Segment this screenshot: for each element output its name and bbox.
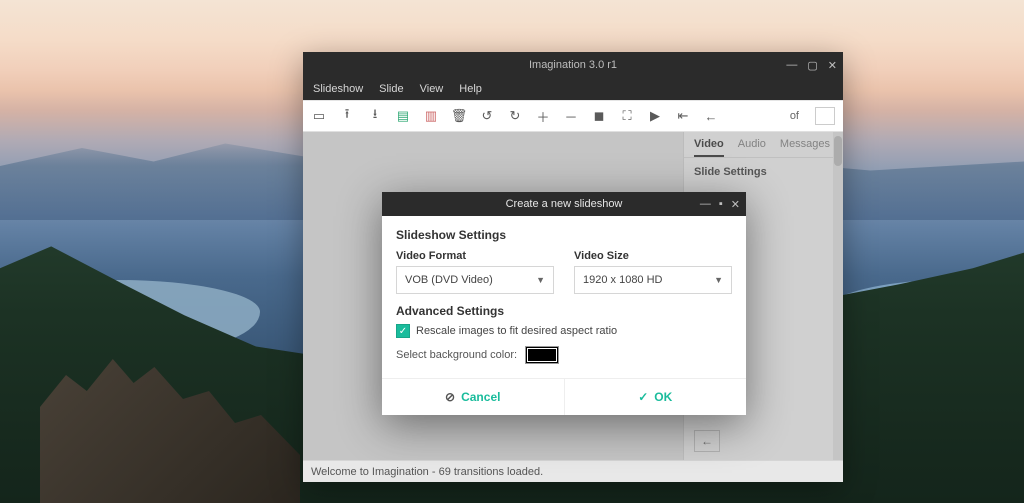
advanced-settings-header: Advanced Settings bbox=[396, 304, 732, 318]
app-menubar: Slideshow Slide View Help bbox=[303, 78, 843, 100]
app-title: Imagination 3.0 r1 bbox=[303, 59, 843, 71]
toolbar-of-label: of bbox=[790, 110, 799, 122]
goto-first-icon[interactable]: ⇤ bbox=[675, 108, 691, 124]
close-icon[interactable]: ✕ bbox=[828, 59, 837, 72]
menu-slide[interactable]: Slide bbox=[379, 83, 403, 95]
dialog-title: Create a new slideshow bbox=[506, 198, 623, 210]
ok-button[interactable]: ✓ OK bbox=[564, 379, 747, 415]
save-icon[interactable]: ⭳ bbox=[367, 108, 383, 124]
bgcolor-swatch bbox=[527, 348, 557, 362]
bgcolor-label: Select background color: bbox=[396, 349, 517, 361]
dialog-titlebar[interactable]: Create a new slideshow — ▪ ✕ bbox=[382, 192, 746, 216]
video-size-label: Video Size bbox=[574, 250, 732, 262]
bgcolor-button[interactable] bbox=[525, 346, 559, 364]
menu-help[interactable]: Help bbox=[459, 83, 482, 95]
prev-icon[interactable]: ← bbox=[703, 108, 719, 124]
menu-view[interactable]: View bbox=[420, 83, 444, 95]
new-icon[interactable]: ▭ bbox=[311, 108, 327, 124]
chevron-down-icon: ▼ bbox=[536, 275, 545, 285]
new-slideshow-dialog: Create a new slideshow — ▪ ✕ Slideshow S… bbox=[382, 192, 746, 415]
slide-count-field[interactable] bbox=[815, 107, 835, 125]
check-icon: ✓ bbox=[638, 390, 648, 404]
slideshow-settings-header: Slideshow Settings bbox=[396, 228, 732, 242]
app-toolbar: ▭ ⭱ ⭳ ▤ ▥ 🗑 ↺ ↻ ＋ － ◼ ⛶ ▶ ⇤ ← of bbox=[303, 100, 843, 132]
video-size-select[interactable]: 1920 x 1080 HD ▼ bbox=[574, 266, 732, 294]
maximize-icon[interactable]: ▢ bbox=[807, 59, 817, 72]
open-icon[interactable]: ⭱ bbox=[339, 108, 355, 124]
dialog-minimize-icon[interactable]: — bbox=[700, 198, 711, 210]
status-bar: Welcome to Imagination - 69 transitions … bbox=[303, 460, 843, 482]
minimize-icon[interactable]: — bbox=[786, 59, 797, 71]
image-icon[interactable]: ▤ bbox=[395, 108, 411, 124]
status-text: Welcome to Imagination - 69 transitions … bbox=[311, 466, 543, 478]
zoom-fit-icon[interactable]: ◼ bbox=[591, 108, 607, 124]
menu-slideshow[interactable]: Slideshow bbox=[313, 83, 363, 95]
file-icon[interactable]: ▥ bbox=[423, 108, 439, 124]
cancel-label: Cancel bbox=[461, 390, 500, 404]
zoom-out-icon[interactable]: － bbox=[563, 108, 579, 124]
rotate-right-icon[interactable]: ↻ bbox=[507, 108, 523, 124]
fullscreen-icon[interactable]: ⛶ bbox=[619, 108, 635, 124]
delete-icon[interactable]: 🗑 bbox=[451, 108, 467, 124]
video-size-value: 1920 x 1080 HD bbox=[583, 274, 663, 286]
rescale-label: Rescale images to fit desired aspect rat… bbox=[416, 325, 617, 337]
app-titlebar[interactable]: Imagination 3.0 r1 — ▢ ✕ bbox=[303, 52, 843, 78]
dialog-maximize-icon[interactable]: ▪ bbox=[719, 198, 723, 210]
video-format-value: VOB (DVD Video) bbox=[405, 274, 493, 286]
video-format-label: Video Format bbox=[396, 250, 554, 262]
rotate-left-icon[interactable]: ↺ bbox=[479, 108, 495, 124]
ok-label: OK bbox=[654, 390, 672, 404]
zoom-in-icon[interactable]: ＋ bbox=[535, 108, 551, 124]
cancel-button[interactable]: ⊘ Cancel bbox=[382, 379, 564, 415]
play-icon[interactable]: ▶ bbox=[647, 108, 663, 124]
cancel-icon: ⊘ bbox=[445, 390, 455, 404]
dialog-close-icon[interactable]: ✕ bbox=[731, 198, 740, 211]
rescale-checkbox[interactable]: ✓ bbox=[396, 324, 410, 338]
video-format-select[interactable]: VOB (DVD Video) ▼ bbox=[396, 266, 554, 294]
chevron-down-icon: ▼ bbox=[714, 275, 723, 285]
